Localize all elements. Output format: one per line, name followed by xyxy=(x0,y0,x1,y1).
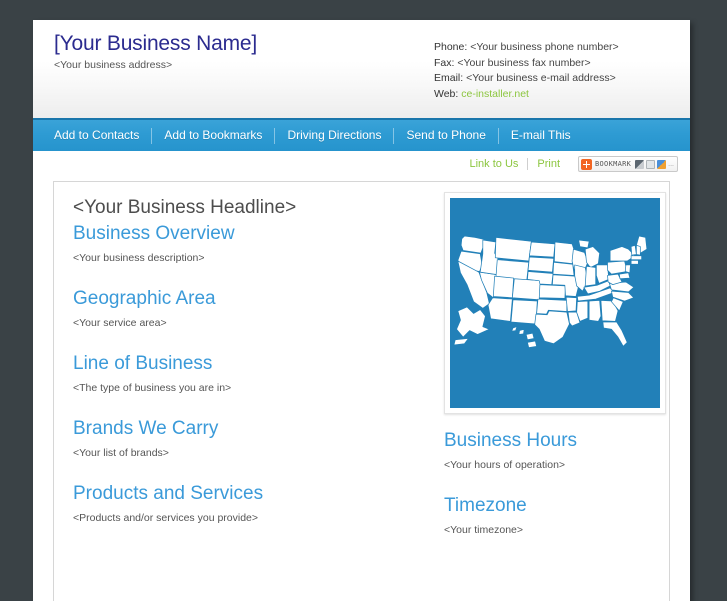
business-name: [Your Business Name] xyxy=(54,32,257,55)
nav-item-add-to-bookmarks[interactable]: Add to Bookmarks xyxy=(152,120,274,151)
share-service-icon[interactable] xyxy=(657,159,667,169)
website-link[interactable]: ce-installer.net xyxy=(461,88,529,100)
contact-phone-label: Phone: xyxy=(434,41,468,53)
section-title: Geographic Area xyxy=(73,288,216,309)
section-title: Line of Business xyxy=(73,353,213,374)
section-body: <Your hours of operation> xyxy=(444,459,566,471)
share-service-icon[interactable] xyxy=(635,159,645,169)
section-title: Business Overview xyxy=(73,223,235,244)
nav-item-add-to-contacts[interactable]: Add to Contacts xyxy=(42,120,151,151)
united-states-map-icon xyxy=(450,198,660,408)
section-brands-we-carry: Brands We Carry <Your list of brands> xyxy=(73,416,434,460)
section-line-of-business: Line of Business <The type of business y… xyxy=(73,351,434,395)
section-body: <Your service area> xyxy=(73,317,167,329)
contact-phone-value: <Your business phone number> xyxy=(470,41,619,53)
section-body: <The type of business you are in> xyxy=(73,382,232,394)
nav-item-driving-directions[interactable]: Driving Directions xyxy=(275,120,393,151)
bookmark-share-button[interactable]: BOOKMARK ... xyxy=(578,156,678,172)
print-link[interactable]: Print xyxy=(528,155,569,173)
content-container: <Your Business Headline> Business Overvi… xyxy=(53,181,670,601)
contact-web-label: Web: xyxy=(434,87,459,100)
nav-item-send-to-phone[interactable]: Send to Phone xyxy=(394,120,497,151)
business-address: <Your business address> xyxy=(54,59,173,71)
page-shell: [Your Business Name] <Your business addr… xyxy=(33,20,690,601)
more-options-icon[interactable]: ... xyxy=(668,161,674,168)
section-geographic-area: Geographic Area <Your service area> xyxy=(73,286,434,330)
main-navigation-bar: Add to Contacts Add to Bookmarks Driving… xyxy=(33,120,690,151)
section-title: Brands We Carry xyxy=(73,418,219,439)
contact-info-block: Phone: <Your business phone number> Fax:… xyxy=(434,40,619,102)
nav-item-email-this[interactable]: E-mail This xyxy=(499,120,583,151)
section-body: <Your timezone> xyxy=(444,524,524,536)
utility-bar: Link to Us Print BOOKMARK ... xyxy=(33,151,690,181)
section-body: <Products and/or services you provide> xyxy=(73,512,259,524)
section-business-overview: Business Overview <Your business descrip… xyxy=(73,221,434,265)
plus-icon xyxy=(581,158,593,170)
contact-email-value: <Your business e-mail address> xyxy=(466,72,616,84)
link-to-us-link[interactable]: Link to Us xyxy=(460,155,527,173)
business-headline: <Your Business Headline> xyxy=(73,197,297,218)
section-title: Products and Services xyxy=(73,483,264,504)
contact-email-line: Email: <Your business e-mail address> xyxy=(434,71,619,87)
share-service-icon[interactable] xyxy=(646,159,656,169)
contact-fax-label: Fax: xyxy=(434,56,455,69)
bookmark-label: BOOKMARK xyxy=(595,160,632,168)
section-body: <Your list of brands> xyxy=(73,447,169,459)
contact-fax-value: <Your business fax number> xyxy=(457,56,591,69)
section-title: Timezone xyxy=(444,495,527,516)
contact-email-label: Email: xyxy=(434,72,464,84)
left-content-column: <Your Business Headline> Business Overvi… xyxy=(54,182,434,601)
contact-fax-line: Fax: <Your business fax number> xyxy=(434,56,619,72)
right-content-column: Business Hours <Your hours of operation>… xyxy=(434,182,669,601)
site-header: [Your Business Name] <Your business addr… xyxy=(33,20,690,120)
contact-web-line: Web: ce-installer.net xyxy=(434,87,619,103)
section-title: Business Hours xyxy=(444,430,578,451)
utility-bar-actions: Link to Us Print BOOKMARK ... xyxy=(460,155,678,173)
section-business-hours: Business Hours <Your hours of operation> xyxy=(444,428,669,472)
contact-phone-line: Phone: <Your business phone number> xyxy=(434,40,619,56)
section-products-and-services: Products and Services <Products and/or s… xyxy=(73,481,434,525)
section-body: <Your business description> xyxy=(73,252,205,264)
business-identity: [Your Business Name] <Your business addr… xyxy=(54,31,257,72)
service-area-map-frame xyxy=(444,192,666,414)
section-timezone: Timezone <Your timezone> xyxy=(444,493,669,537)
